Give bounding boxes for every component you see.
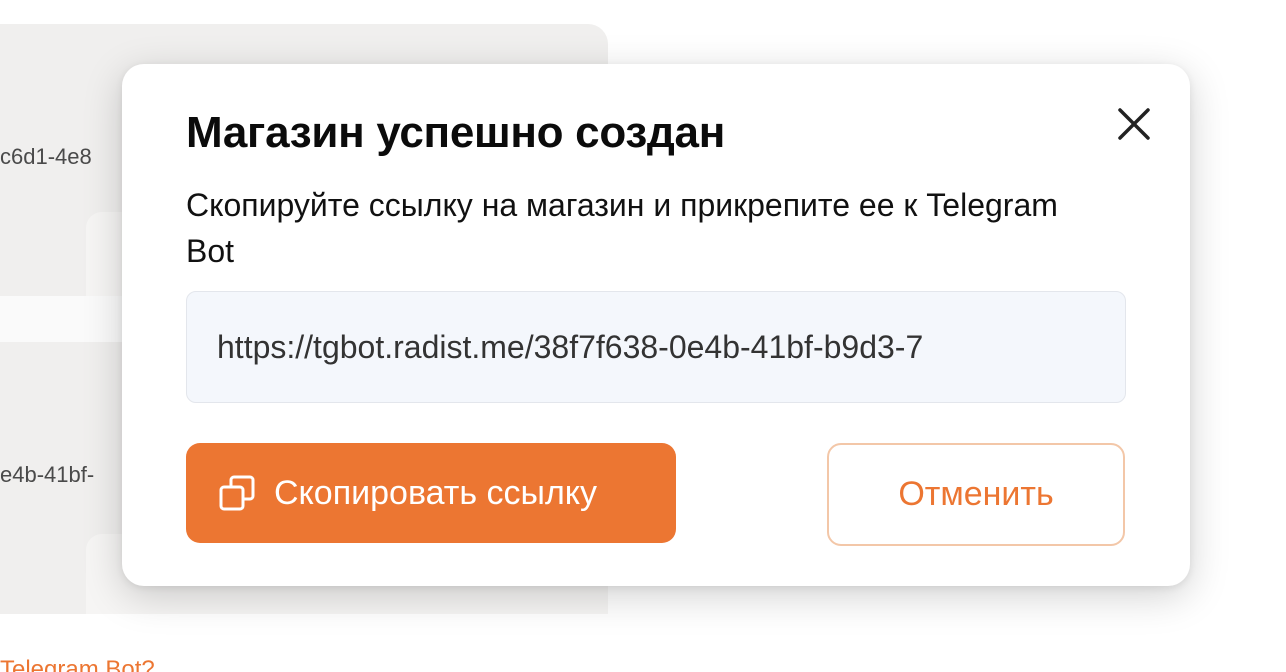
dialog-title: Магазин успешно создан [186,108,725,157]
copy-link-button-label: Скопировать ссылку [274,473,598,512]
background-telegram-link[interactable]: Telegram Bot? [0,656,155,672]
close-button[interactable] [1110,100,1158,148]
cancel-button[interactable]: Отменить [827,443,1125,546]
background-store-id: e4b-41bf- [0,462,95,487]
background-store-id: c6d1-4e8 [0,144,92,169]
copy-icon [218,474,256,512]
page: c6d1-4e8 e4b-41bf- Telegram Bot? Магазин… [0,0,1286,672]
store-created-dialog: Магазин успешно создан Скопируйте ссылку… [122,64,1190,586]
dialog-description: Скопируйте ссылку на магазин и прикрепит… [186,187,1058,269]
store-link-field[interactable] [186,291,1126,403]
close-icon [1118,108,1150,140]
copy-link-button[interactable]: Скопировать ссылку [186,443,676,543]
